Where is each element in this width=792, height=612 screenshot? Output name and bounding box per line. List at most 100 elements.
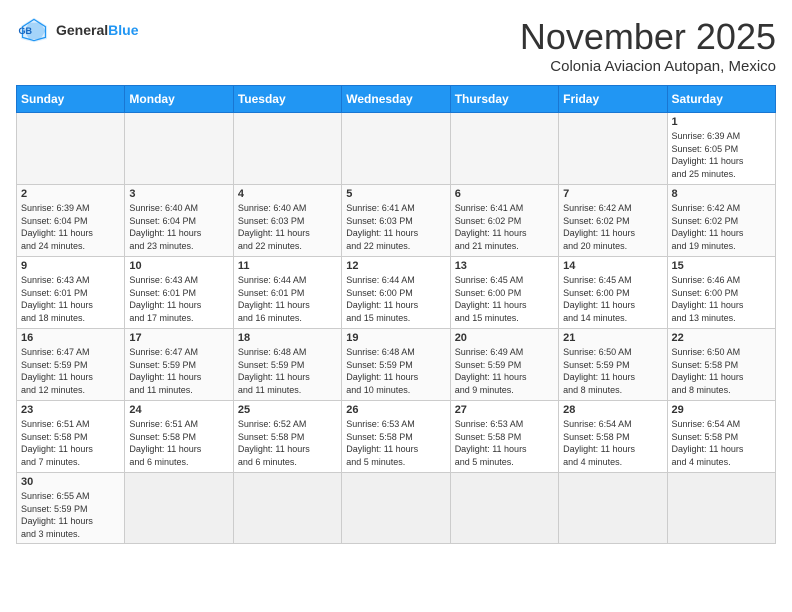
table-row: 1 Sunrise: 6:39 AM Sunset: 6:05 PM Daylig… xyxy=(667,113,775,185)
day-number: 29 xyxy=(672,404,771,416)
day-info: Sunrise: 6:48 AM Sunset: 5:59 PM Dayligh… xyxy=(238,346,337,396)
day-number: 18 xyxy=(238,332,337,344)
day-number: 27 xyxy=(455,404,554,416)
day-info: Sunrise: 6:55 AM Sunset: 5:59 PM Dayligh… xyxy=(21,490,120,540)
table-row: 26 Sunrise: 6:53 AM Sunset: 5:58 PM Dayli… xyxy=(342,401,450,473)
table-row: 12 Sunrise: 6:44 AM Sunset: 6:00 PM Dayli… xyxy=(342,257,450,329)
day-info: Sunrise: 6:50 AM Sunset: 5:58 PM Dayligh… xyxy=(672,346,771,396)
day-info: Sunrise: 6:44 AM Sunset: 6:01 PM Dayligh… xyxy=(238,274,337,324)
table-row: 16Sunrise: 6:47 AM Sunset: 5:59 PM Dayli… xyxy=(17,329,125,401)
day-number: 17 xyxy=(129,332,228,344)
day-number: 9 xyxy=(21,260,120,272)
calendar-title: November 2025 xyxy=(520,16,776,58)
day-number: 15 xyxy=(672,260,771,272)
table-row: 11 Sunrise: 6:44 AM Sunset: 6:01 PM Dayli… xyxy=(233,257,341,329)
day-number: 11 xyxy=(238,260,337,272)
header-monday: Monday xyxy=(125,86,233,113)
calendar-week-4: 16Sunrise: 6:47 AM Sunset: 5:59 PM Dayli… xyxy=(17,329,776,401)
table-row: 14 Sunrise: 6:45 AM Sunset: 6:00 PM Dayli… xyxy=(559,257,667,329)
table-row: 29Sunrise: 6:54 AM Sunset: 5:58 PM Dayli… xyxy=(667,401,775,473)
day-info: Sunrise: 6:41 AM Sunset: 6:03 PM Dayligh… xyxy=(346,202,445,252)
day-number: 23 xyxy=(21,404,120,416)
table-row xyxy=(125,113,233,185)
table-row: 23Sunrise: 6:51 AM Sunset: 5:58 PM Dayli… xyxy=(17,401,125,473)
day-number: 4 xyxy=(238,188,337,200)
day-number: 19 xyxy=(346,332,445,344)
day-number: 25 xyxy=(238,404,337,416)
header-tuesday: Tuesday xyxy=(233,86,341,113)
day-number: 1 xyxy=(672,116,771,128)
table-row xyxy=(233,113,341,185)
table-row: 5 Sunrise: 6:41 AM Sunset: 6:03 PM Daylig… xyxy=(342,185,450,257)
day-info: Sunrise: 6:49 AM Sunset: 5:59 PM Dayligh… xyxy=(455,346,554,396)
header: GB GeneralBlue November 2025 Colonia Avi… xyxy=(16,16,776,75)
table-row xyxy=(342,113,450,185)
table-row: 21Sunrise: 6:50 AM Sunset: 5:59 PM Dayli… xyxy=(559,329,667,401)
table-row: 10Sunrise: 6:43 AM Sunset: 6:01 PM Dayli… xyxy=(125,257,233,329)
header-wednesday: Wednesday xyxy=(342,86,450,113)
day-number: 3 xyxy=(129,188,228,200)
day-number: 30 xyxy=(21,476,120,488)
day-info: Sunrise: 6:42 AM Sunset: 6:02 PM Dayligh… xyxy=(563,202,662,252)
table-row xyxy=(450,473,558,544)
table-row xyxy=(667,473,775,544)
day-info: Sunrise: 6:52 AM Sunset: 5:58 PM Dayligh… xyxy=(238,418,337,468)
day-info: Sunrise: 6:47 AM Sunset: 5:59 PM Dayligh… xyxy=(21,346,120,396)
day-info: Sunrise: 6:43 AM Sunset: 6:01 PM Dayligh… xyxy=(129,274,228,324)
day-info: Sunrise: 6:53 AM Sunset: 5:58 PM Dayligh… xyxy=(455,418,554,468)
table-row: 19 Sunrise: 6:48 AM Sunset: 5:59 PM Dayli… xyxy=(342,329,450,401)
title-section: November 2025 Colonia Aviacion Autopan, … xyxy=(520,16,776,75)
table-row: 2Sunrise: 6:39 AM Sunset: 6:04 PM Daylig… xyxy=(17,185,125,257)
day-info: Sunrise: 6:53 AM Sunset: 5:58 PM Dayligh… xyxy=(346,418,445,468)
table-row: 20 Sunrise: 6:49 AM Sunset: 5:59 PM Dayli… xyxy=(450,329,558,401)
calendar-week-1: 1 Sunrise: 6:39 AM Sunset: 6:05 PM Daylig… xyxy=(17,113,776,185)
table-row xyxy=(342,473,450,544)
table-row: 13Sunrise: 6:45 AM Sunset: 6:00 PM Dayli… xyxy=(450,257,558,329)
day-info: Sunrise: 6:50 AM Sunset: 5:59 PM Dayligh… xyxy=(563,346,662,396)
table-row xyxy=(450,113,558,185)
day-info: Sunrise: 6:45 AM Sunset: 6:00 PM Dayligh… xyxy=(455,274,554,324)
table-row: 4 Sunrise: 6:40 AM Sunset: 6:03 PM Daylig… xyxy=(233,185,341,257)
table-row: 6 Sunrise: 6:41 AM Sunset: 6:02 PM Daylig… xyxy=(450,185,558,257)
table-row: 18 Sunrise: 6:48 AM Sunset: 5:59 PM Dayli… xyxy=(233,329,341,401)
day-number: 8 xyxy=(672,188,771,200)
table-row: 22 Sunrise: 6:50 AM Sunset: 5:58 PM Dayli… xyxy=(667,329,775,401)
table-row xyxy=(559,473,667,544)
day-info: Sunrise: 6:39 AM Sunset: 6:05 PM Dayligh… xyxy=(672,130,771,180)
table-row: 28Sunrise: 6:54 AM Sunset: 5:58 PM Dayli… xyxy=(559,401,667,473)
day-info: Sunrise: 6:41 AM Sunset: 6:02 PM Dayligh… xyxy=(455,202,554,252)
table-row: 15Sunrise: 6:46 AM Sunset: 6:00 PM Dayli… xyxy=(667,257,775,329)
day-info: Sunrise: 6:40 AM Sunset: 6:03 PM Dayligh… xyxy=(238,202,337,252)
calendar-subtitle: Colonia Aviacion Autopan, Mexico xyxy=(520,58,776,75)
day-info: Sunrise: 6:43 AM Sunset: 6:01 PM Dayligh… xyxy=(21,274,120,324)
table-row: 25 Sunrise: 6:52 AM Sunset: 5:58 PM Dayli… xyxy=(233,401,341,473)
table-row xyxy=(559,113,667,185)
table-row: 8 Sunrise: 6:42 AM Sunset: 6:02 PM Daylig… xyxy=(667,185,775,257)
table-row: 7 Sunrise: 6:42 AM Sunset: 6:02 PM Daylig… xyxy=(559,185,667,257)
day-headers-row: Sunday Monday Tuesday Wednesday Thursday… xyxy=(17,86,776,113)
header-saturday: Saturday xyxy=(667,86,775,113)
day-info: Sunrise: 6:44 AM Sunset: 6:00 PM Dayligh… xyxy=(346,274,445,324)
calendar-week-6: 30 Sunrise: 6:55 AM Sunset: 5:59 PM Dayli… xyxy=(17,473,776,544)
day-info: Sunrise: 6:39 AM Sunset: 6:04 PM Dayligh… xyxy=(21,202,120,252)
day-number: 12 xyxy=(346,260,445,272)
calendar-week-3: 9 Sunrise: 6:43 AM Sunset: 6:01 PM Daylig… xyxy=(17,257,776,329)
day-number: 24 xyxy=(129,404,228,416)
calendar-table: Sunday Monday Tuesday Wednesday Thursday… xyxy=(16,85,776,544)
day-number: 22 xyxy=(672,332,771,344)
table-row xyxy=(233,473,341,544)
day-number: 6 xyxy=(455,188,554,200)
day-info: Sunrise: 6:42 AM Sunset: 6:02 PM Dayligh… xyxy=(672,202,771,252)
day-number: 7 xyxy=(563,188,662,200)
day-number: 5 xyxy=(346,188,445,200)
day-number: 20 xyxy=(455,332,554,344)
table-row xyxy=(17,113,125,185)
day-number: 26 xyxy=(346,404,445,416)
table-row: 17Sunrise: 6:47 AM Sunset: 5:59 PM Dayli… xyxy=(125,329,233,401)
day-number: 14 xyxy=(563,260,662,272)
table-row: 24 Sunrise: 6:51 AM Sunset: 5:58 PM Dayli… xyxy=(125,401,233,473)
table-row: 3Sunrise: 6:40 AM Sunset: 6:04 PM Daylig… xyxy=(125,185,233,257)
day-info: Sunrise: 6:45 AM Sunset: 6:00 PM Dayligh… xyxy=(563,274,662,324)
day-info: Sunrise: 6:51 AM Sunset: 5:58 PM Dayligh… xyxy=(129,418,228,468)
day-info: Sunrise: 6:48 AM Sunset: 5:59 PM Dayligh… xyxy=(346,346,445,396)
